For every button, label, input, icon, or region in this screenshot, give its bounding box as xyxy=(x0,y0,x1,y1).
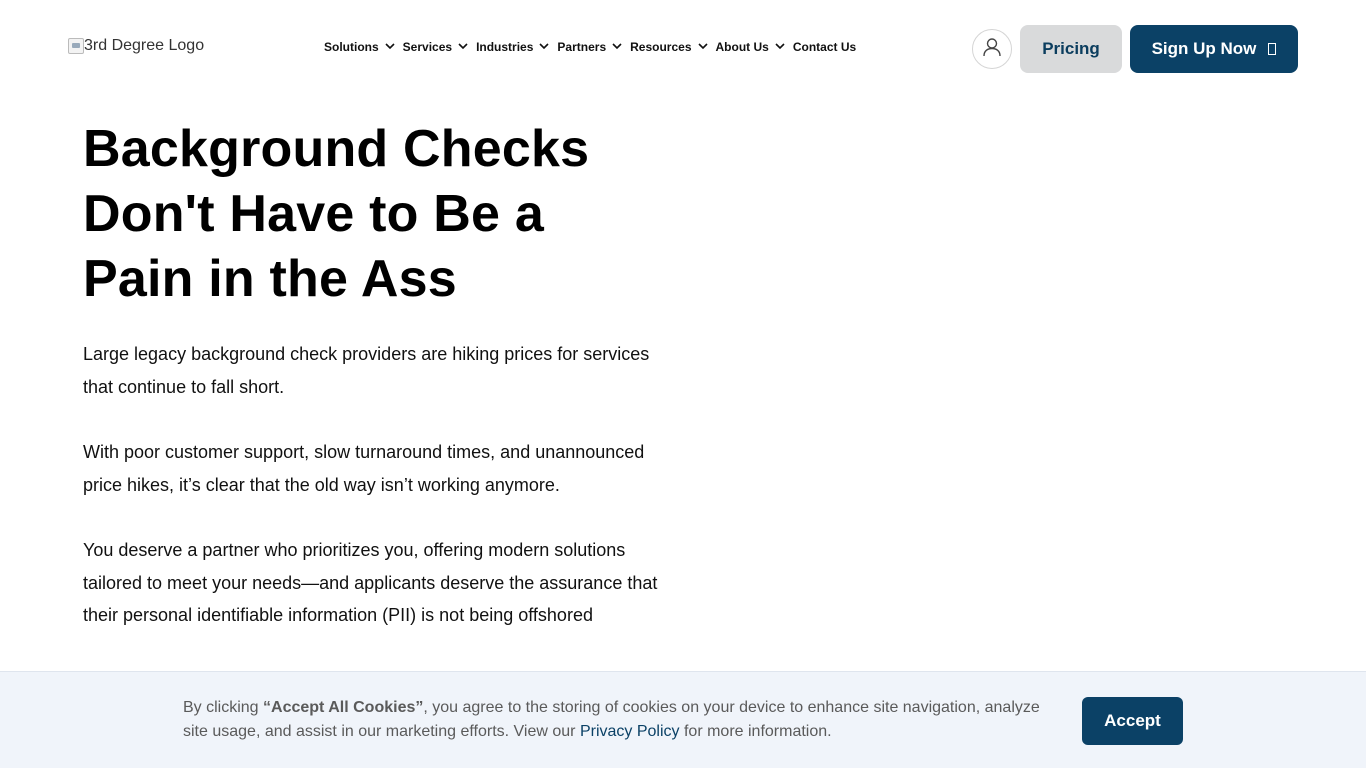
nav-label: Solutions xyxy=(324,40,379,54)
chevron-down-icon xyxy=(385,42,395,50)
chevron-down-icon xyxy=(775,42,785,50)
sign-up-label: Sign Up Now xyxy=(1151,39,1257,58)
broken-image-icon xyxy=(68,38,84,54)
cookie-banner: By clicking “Accept All Cookies”, you ag… xyxy=(0,671,1366,768)
user-icon xyxy=(981,36,1003,63)
nav-item-industries[interactable]: Industries xyxy=(476,40,549,54)
nav-label: Resources xyxy=(630,40,692,54)
account-button[interactable] xyxy=(972,29,1012,69)
privacy-policy-link[interactable]: Privacy Policy xyxy=(580,723,680,740)
cookie-message: By clicking “Accept All Cookies”, you ag… xyxy=(183,696,1053,744)
chevron-down-icon xyxy=(458,42,468,50)
nav-label: Partners xyxy=(557,40,607,54)
pricing-button[interactable]: Pricing xyxy=(1020,25,1122,73)
nav-item-about-us[interactable]: About Us xyxy=(715,40,785,54)
sign-up-button[interactable]: Sign Up Now xyxy=(1130,25,1298,73)
hero-paragraph: Large legacy background check providers … xyxy=(83,344,650,397)
arrow-icon xyxy=(1268,43,1277,55)
cookie-text-after: for more information. xyxy=(679,723,832,740)
nav-item-contact-us[interactable]: Contact Us xyxy=(793,40,856,54)
hero-paragraph: With poor customer support, slow turnaro… xyxy=(83,442,645,495)
nav-item-resources[interactable]: Resources xyxy=(630,40,708,54)
main-nav: Solutions Services Industries Partners R… xyxy=(324,40,866,54)
chevron-down-icon xyxy=(539,42,549,50)
chevron-down-icon xyxy=(612,42,622,50)
cookie-strong-text: “Accept All Cookies” xyxy=(263,699,424,716)
nav-item-partners[interactable]: Partners xyxy=(557,40,622,54)
nav-item-solutions[interactable]: Solutions xyxy=(324,40,395,54)
nav-label: About Us xyxy=(715,40,769,54)
title-line: Background Checks xyxy=(83,120,590,178)
accept-cookies-button[interactable]: Accept xyxy=(1082,697,1183,745)
hero-copy: Large legacy background check providers … xyxy=(83,338,683,665)
company-logo[interactable]: 3rd Degree Logo xyxy=(68,37,204,55)
site-header: 3rd Degree Logo Solutions Services Indus… xyxy=(0,0,1366,96)
nav-label: Industries xyxy=(476,40,534,54)
nav-label: Services xyxy=(402,40,453,54)
logo-alt-text: 3rd Degree Logo xyxy=(84,37,205,54)
nav-label: Contact Us xyxy=(792,40,857,54)
nav-item-services[interactable]: Services xyxy=(402,40,468,54)
page-title: Background Checks Don't Have to Be a Pai… xyxy=(83,117,683,312)
chevron-down-icon xyxy=(697,42,708,50)
title-line: Don't Have to Be a xyxy=(83,185,544,243)
cookie-text-before: By clicking xyxy=(183,699,264,716)
hero-paragraph: You deserve a partner who prioritizes yo… xyxy=(83,540,658,625)
title-line: Pain in the Ass xyxy=(83,250,457,308)
